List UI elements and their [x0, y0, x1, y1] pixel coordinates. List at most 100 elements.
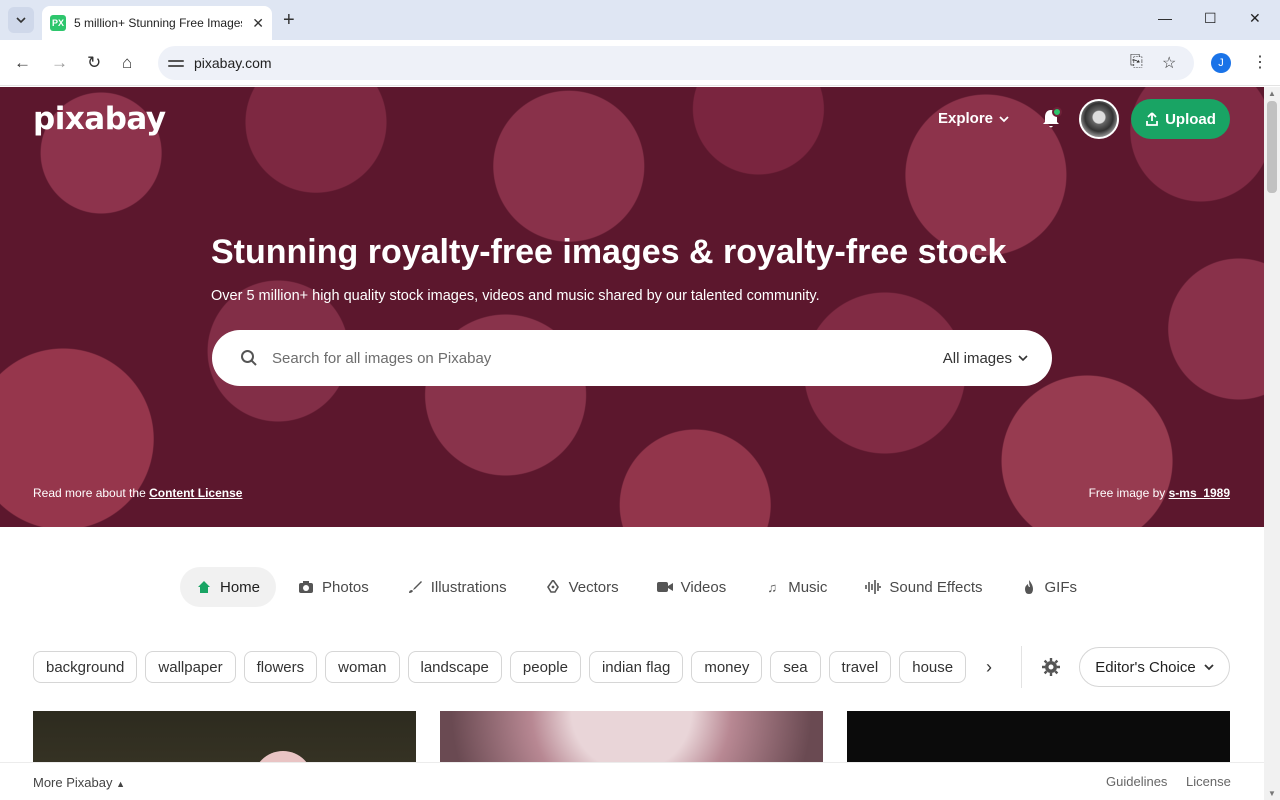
scroll-up-icon[interactable]: ▲ — [1268, 89, 1276, 98]
search-bar: All images — [212, 330, 1052, 386]
tag-chip[interactable]: people — [509, 651, 581, 683]
tag-chip[interactable]: money — [691, 651, 763, 683]
tab-gifs[interactable]: GIFs — [1005, 567, 1094, 607]
tag-chip[interactable]: background — [33, 651, 138, 683]
scroll-thumb[interactable] — [1267, 101, 1277, 193]
tag-chip[interactable]: travel — [828, 651, 892, 683]
license-link[interactable]: License — [1186, 774, 1231, 789]
media-type-tabs: Home Photos Illustrations Vectors Videos… — [180, 567, 1099, 607]
tag-chip[interactable]: house — [899, 651, 967, 683]
tag-chip[interactable]: flowers — [243, 651, 318, 683]
search-input[interactable] — [270, 348, 910, 368]
upload-button[interactable]: Upload — [1131, 99, 1230, 139]
tab-illustrations[interactable]: Illustrations — [391, 567, 523, 607]
guidelines-link[interactable]: Guidelines — [1106, 774, 1167, 789]
chevron-down-icon — [16, 17, 26, 24]
content-license-link[interactable]: Content License — [149, 486, 242, 500]
divider — [1021, 646, 1022, 688]
home-icon[interactable]: ⌂ — [122, 53, 132, 73]
search-icon[interactable] — [240, 349, 258, 367]
sort-dropdown[interactable]: Editor's Choice — [1079, 647, 1230, 687]
sound-wave-icon — [865, 579, 882, 595]
notification-dot — [1052, 107, 1062, 117]
tab-label: Music — [788, 578, 828, 596]
explore-label: Explore — [938, 110, 994, 127]
tab-search-button[interactable] — [8, 7, 34, 33]
search-type-label: All images — [942, 349, 1012, 367]
flame-icon — [1021, 579, 1037, 595]
tab-vectors[interactable]: Vectors — [529, 567, 635, 607]
tab-music[interactable]: ♫ Music — [748, 567, 843, 607]
browser-tab[interactable]: PX 5 million+ Stunning Free Images ✕ — [42, 6, 272, 40]
explore-menu[interactable]: Explore — [938, 110, 1009, 127]
tag-chip[interactable]: indian flag — [588, 651, 684, 683]
tab-label: Vectors — [568, 578, 619, 596]
minimize-icon[interactable]: — — [1158, 10, 1172, 26]
maximize-icon[interactable]: ☐ — [1204, 10, 1217, 27]
search-type-dropdown[interactable]: All images — [943, 350, 1028, 367]
sort-label: Editor's Choice — [1095, 658, 1196, 676]
forward-icon[interactable]: → — [51, 53, 68, 73]
new-tab-icon[interactable]: + — [283, 9, 295, 32]
camera-icon — [298, 579, 314, 595]
more-pixabay-toggle[interactable]: More Pixabay ▲ — [33, 775, 125, 790]
credit-prefix: Free image by — [1088, 486, 1169, 500]
tab-home[interactable]: Home — [180, 567, 277, 607]
tag-chips: background wallpaper flowers woman lands… — [33, 651, 967, 683]
back-icon[interactable]: ← — [14, 53, 31, 73]
tag-chip[interactable]: woman — [325, 651, 400, 683]
tab-sound-effects[interactable]: Sound Effects — [849, 567, 998, 607]
address-bar[interactable]: pixabay.com ⎘ ☆ — [158, 46, 1194, 80]
profile-avatar[interactable]: J — [1211, 53, 1231, 73]
scrollbar[interactable]: ▲ ▼ — [1264, 87, 1280, 800]
pixabay-logo[interactable]: pixabay — [33, 101, 166, 137]
gear-icon[interactable] — [1042, 658, 1060, 676]
chevron-right-icon[interactable]: › — [986, 657, 992, 678]
tag-chip[interactable]: wallpaper — [145, 651, 236, 683]
window-close-icon[interactable]: ✕ — [1249, 10, 1261, 27]
brush-icon — [407, 579, 423, 595]
site-info-icon[interactable] — [168, 59, 184, 67]
browser-tab-bar: PX 5 million+ Stunning Free Images ✕ + —… — [0, 0, 1280, 40]
chevron-down-icon — [1018, 355, 1028, 362]
install-app-icon[interactable]: ⎘ — [1130, 53, 1143, 71]
upload-label: Upload — [1165, 110, 1216, 128]
tab-title: 5 million+ Stunning Free Images — [74, 16, 242, 30]
favicon-icon: PX — [50, 15, 66, 31]
tab-close-icon[interactable]: ✕ — [252, 15, 264, 32]
tab-label: GIFs — [1044, 578, 1078, 596]
hero-overlay — [0, 87, 1264, 527]
credit-author-link[interactable]: s-ms_1989 — [1169, 486, 1230, 500]
chevron-down-icon — [999, 115, 1009, 122]
reload-icon[interactable]: ↻ — [87, 53, 101, 73]
caret-up-icon: ▲ — [116, 779, 126, 789]
tag-chip[interactable]: sea — [770, 651, 821, 683]
license-note: Read more about the Content License — [33, 486, 242, 500]
user-avatar[interactable] — [1079, 99, 1119, 139]
scroll-down-icon[interactable]: ▼ — [1268, 789, 1276, 798]
bottom-bar: More Pixabay ▲ Guidelines License — [0, 762, 1264, 800]
tab-label: Videos — [680, 578, 727, 596]
hero-title: Stunning royalty-free images & royalty-f… — [211, 233, 1007, 271]
bookmark-star-icon[interactable]: ☆ — [1162, 53, 1176, 73]
tab-label: Illustrations — [430, 578, 507, 596]
tab-photos[interactable]: Photos — [282, 567, 385, 607]
tag-chip[interactable]: landscape — [407, 651, 502, 683]
tab-label: Sound Effects — [889, 578, 983, 596]
hero-section: pixabay Explore Upload Stunning royalty-… — [0, 87, 1264, 527]
tab-label: Photos — [322, 578, 369, 596]
page-viewport: pixabay Explore Upload Stunning royalty-… — [0, 87, 1280, 800]
image-credit: Free image by s-ms_1989 — [1089, 486, 1230, 500]
more-label: More Pixabay — [33, 775, 113, 790]
tab-videos[interactable]: Videos — [641, 567, 743, 607]
hero-subtitle: Over 5 million+ high quality stock image… — [211, 288, 820, 304]
chevron-down-icon — [1204, 664, 1214, 671]
browser-menu-icon[interactable]: ⋮ — [1252, 52, 1268, 72]
license-prefix: Read more about the — [33, 486, 150, 500]
upload-icon — [1146, 112, 1158, 126]
tab-label: Home — [220, 578, 261, 596]
url-text: pixabay.com — [194, 55, 272, 71]
browser-toolbar: ← → ↻ ⌂ pixabay.com ⎘ ☆ J ⋮ — [0, 40, 1280, 86]
video-camera-icon — [656, 579, 673, 595]
music-note-icon: ♫ — [767, 579, 778, 595]
